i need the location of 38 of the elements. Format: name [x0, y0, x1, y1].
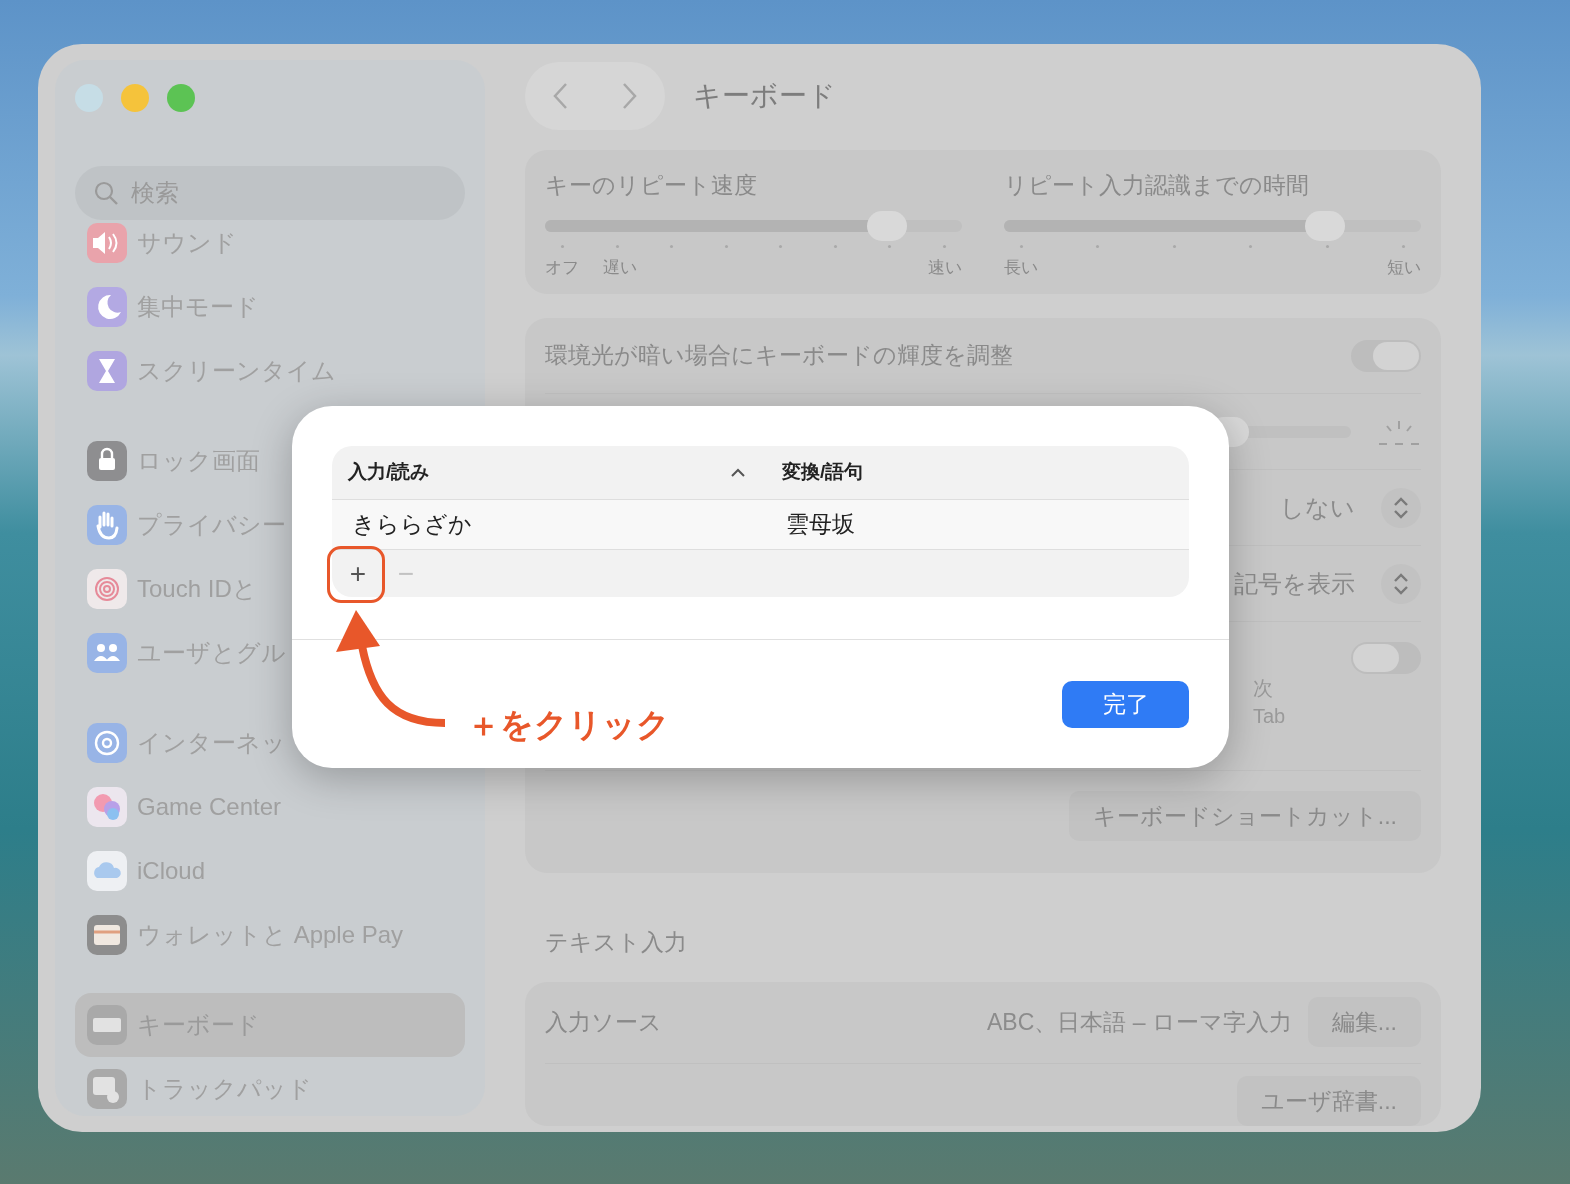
- slider-label: 速い: [928, 256, 962, 279]
- back-chevron-icon: [552, 82, 568, 110]
- slider[interactable]: [1004, 210, 1421, 241]
- slider-label: 長い: [1004, 256, 1038, 279]
- user-dictionary-button[interactable]: ユーザ辞書...: [1236, 1075, 1421, 1126]
- column-header[interactable]: 入力/読み: [348, 458, 430, 487]
- column-header[interactable]: 変換/語句: [782, 461, 864, 483]
- popup-value: 記号を表示: [1234, 568, 1355, 599]
- section-heading: テキスト入力: [545, 928, 688, 957]
- slider-label: 遅い: [603, 256, 637, 279]
- popup-value: しない: [1280, 492, 1355, 523]
- slider-thumb[interactable]: [1305, 210, 1346, 241]
- keyboard-shortcuts-button[interactable]: キーボードショートカット...: [1068, 790, 1421, 842]
- stepper-button[interactable]: [1381, 563, 1421, 604]
- setting-label: 入力ソース: [545, 1007, 662, 1037]
- search-icon: [93, 180, 119, 206]
- up-down-chevron-icon: [1393, 495, 1409, 520]
- annotation-text: ＋をクリック: [467, 705, 670, 745]
- window-title: キーボード: [693, 79, 836, 113]
- up-down-chevron-icon: [1393, 571, 1409, 596]
- add-button[interactable]: +: [336, 553, 380, 594]
- done-button[interactable]: 完了: [1062, 681, 1189, 728]
- setting-label: 環境光が暗い場合にキーボードの輝度を調整: [545, 341, 1013, 371]
- window-minimize-button[interactable]: [121, 84, 149, 112]
- slider-label: 短い: [1387, 256, 1421, 279]
- slider-label: キーのリピート速度: [545, 171, 758, 200]
- slider-label: オフ: [545, 256, 579, 279]
- slider-label: リピート入力認識までの時間: [1004, 171, 1310, 200]
- slider-thumb[interactable]: [866, 210, 907, 241]
- window-zoom-button[interactable]: [167, 84, 195, 112]
- highlight-ring: [327, 546, 385, 603]
- table-cell-text: きららざか: [351, 510, 472, 540]
- forward-chevron-icon: [622, 82, 638, 110]
- setting-value: ABC、日本語 – ローマ字入力: [986, 1007, 1292, 1037]
- table-cell-text: 雲母坂: [785, 511, 855, 538]
- edit-button[interactable]: 編集...: [1307, 996, 1421, 1048]
- slider[interactable]: [545, 210, 962, 241]
- stepper-button[interactable]: [1381, 487, 1421, 528]
